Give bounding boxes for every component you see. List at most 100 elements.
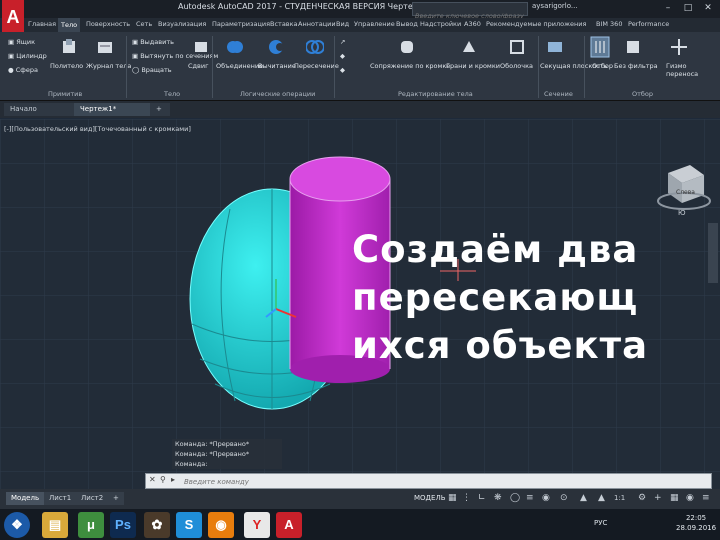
annotation-scale-icon[interactable]: ▲	[580, 493, 587, 503]
group-boolean-label: Логические операции	[240, 90, 316, 98]
new-tab-icon[interactable]: +	[150, 103, 170, 116]
yandex-browser-icon[interactable]: Y	[244, 512, 270, 538]
minimize-icon[interactable]: –	[660, 1, 676, 15]
tab-manage[interactable]: Управление	[354, 20, 395, 28]
autocad-taskbar-icon[interactable]: A	[276, 512, 302, 538]
lineweight-icon[interactable]: ≡	[526, 493, 534, 503]
tab-layout2[interactable]: Лист2	[76, 492, 109, 505]
osnap-icon[interactable]: ◯	[510, 493, 520, 503]
tab-bim360[interactable]: BIM 360	[596, 20, 622, 28]
command-history: Команда: *Прервано* Команда: *Прервано* …	[172, 439, 282, 469]
autocad-logo-icon[interactable]: A	[2, 0, 24, 34]
polar-icon[interactable]: ❋	[494, 493, 502, 503]
faces-edges-label: Грани и кромки	[446, 62, 500, 70]
edit-tool-2-icon[interactable]: ◆	[340, 52, 345, 60]
title-bar: Autodesk AutoCAD 2017 - СТУДЕНЧЕСКАЯ ВЕР…	[0, 0, 720, 21]
close-icon[interactable]: ✕	[700, 1, 716, 15]
faces-edges-icon[interactable]	[460, 38, 478, 56]
union-icon[interactable]	[226, 38, 244, 56]
command-arrow-icon[interactable]: ▸	[171, 475, 175, 484]
snap-icon[interactable]: ⋮	[462, 493, 471, 503]
tab-surface[interactable]: Поверхность	[86, 20, 130, 28]
cylinder-button[interactable]: ▣ Цилиндр	[8, 52, 47, 60]
polysolid-icon[interactable]	[60, 38, 78, 56]
fillet-edge-icon[interactable]	[398, 38, 416, 56]
viewcube-compass-label[interactable]: Ю	[678, 209, 686, 217]
tab-start[interactable]: Начало	[4, 103, 78, 116]
isolate-icon[interactable]: ◉	[686, 493, 694, 503]
transparency-icon[interactable]: ◉	[542, 493, 550, 503]
extrude-button[interactable]: ▣ Выдавить	[132, 38, 174, 46]
move-gizmo-icon[interactable]	[670, 38, 688, 56]
subtract-icon[interactable]	[268, 38, 286, 56]
tab-insert[interactable]: Вставка	[270, 20, 298, 28]
caption-line: Создаём два	[352, 228, 639, 271]
grid-icon[interactable]: ▦	[448, 493, 457, 503]
scale-value[interactable]: 1:1	[614, 494, 625, 502]
viewport-controls-label[interactable]: [-][Пользовательский вид][Точечованный с…	[4, 125, 191, 133]
move-gizmo-label: Гизмо переноса	[666, 62, 699, 78]
close-command-icon[interactable]: ✕	[149, 475, 156, 484]
command-history-line: Команда: *Прервано*	[172, 449, 282, 459]
no-filter-label[interactable]: Без фильтра	[614, 62, 658, 70]
tab-featured-apps[interactable]: Рекомендуемые приложения	[486, 20, 586, 28]
user-name[interactable]: aysarigorlo...	[532, 2, 578, 10]
maximize-icon[interactable]: □	[680, 1, 696, 15]
tab-layout1[interactable]: Лист1	[44, 492, 77, 505]
tab-output[interactable]: Вывод	[396, 20, 418, 28]
section-plane-icon[interactable]	[546, 38, 564, 56]
caption-line: ихся объекта	[352, 324, 649, 367]
model-space-toggle[interactable]: МОДЕЛЬ	[414, 494, 446, 502]
tab-a360[interactable]: A360	[464, 20, 481, 28]
tab-drawing1[interactable]: Чертеж1*	[74, 103, 156, 116]
group-solid-label: Тело	[164, 90, 181, 98]
edit-tool-3-icon[interactable]: ◆	[340, 66, 345, 74]
windows-taskbar: ❖ ▤ μ Ps ✿ S ◉ Y A РУС 22:05 28.09.2016	[0, 509, 720, 540]
customize-icon[interactable]: ≡	[702, 493, 710, 503]
edit-tool-1-icon[interactable]: ↗	[340, 38, 345, 46]
caption-line: пересекающ	[352, 276, 639, 319]
utorrent-icon[interactable]: μ	[78, 512, 104, 538]
selection-cycle-icon[interactable]: ⊙	[560, 493, 568, 503]
tab-performance[interactable]: Performance	[628, 20, 669, 28]
box-button[interactable]: ▣ Ящик	[8, 38, 35, 46]
intersect-label: Пересечение	[294, 62, 339, 70]
search-box[interactable]	[412, 2, 528, 21]
app-icon[interactable]: ✿	[144, 512, 170, 538]
no-filter-icon[interactable]	[624, 38, 642, 56]
tab-view[interactable]: Вид	[336, 20, 349, 28]
tab-annotate[interactable]: Аннотации	[298, 20, 336, 28]
file-explorer-icon[interactable]: ▤	[42, 512, 68, 538]
tab-mesh[interactable]: Сеть	[136, 20, 152, 28]
ortho-icon[interactable]: ∟	[478, 493, 486, 503]
tab-model[interactable]: Модель	[6, 492, 45, 505]
windows-start-icon[interactable]: ❖	[4, 512, 30, 538]
sphere-button[interactable]: ● Сфера	[8, 66, 38, 74]
command-input[interactable]	[182, 475, 706, 489]
blender-icon[interactable]: ◉	[208, 512, 234, 538]
viewcube-face-label[interactable]: Слева	[676, 189, 695, 196]
settings-icon[interactable]: ⚙	[638, 493, 646, 503]
annotation-visibility-icon[interactable]: ▲	[598, 493, 605, 503]
tab-addins[interactable]: Надстройки	[420, 20, 461, 28]
tab-parametric[interactable]: Параметризация	[212, 20, 270, 28]
system-clock[interactable]: 22:05 28.09.2016	[676, 513, 716, 533]
language-indicator[interactable]: РУС	[594, 519, 607, 527]
group-divider	[584, 36, 585, 98]
search-command-icon[interactable]: ⚲	[160, 475, 166, 484]
tab-solid[interactable]: Тело	[58, 18, 81, 32]
tab-visualize[interactable]: Визуализация	[158, 20, 206, 28]
revolve-button[interactable]: ◯ Вращать	[132, 66, 172, 74]
workspace-icon[interactable]: ▦	[670, 493, 679, 503]
sweep-icon[interactable]	[192, 38, 210, 56]
add-layout-icon[interactable]: +	[108, 492, 124, 505]
photoshop-icon[interactable]: Ps	[110, 512, 136, 538]
solid-history-icon[interactable]	[96, 38, 114, 56]
skype-icon[interactable]: S	[176, 512, 202, 538]
culling-icon[interactable]	[590, 36, 610, 58]
add-icon[interactable]: +	[654, 493, 662, 503]
tab-home[interactable]: Главная	[28, 20, 56, 28]
shell-icon[interactable]	[508, 38, 526, 56]
command-line[interactable]: ✕ ⚲ ▸	[145, 473, 712, 489]
intersect-icon[interactable]	[306, 38, 324, 56]
